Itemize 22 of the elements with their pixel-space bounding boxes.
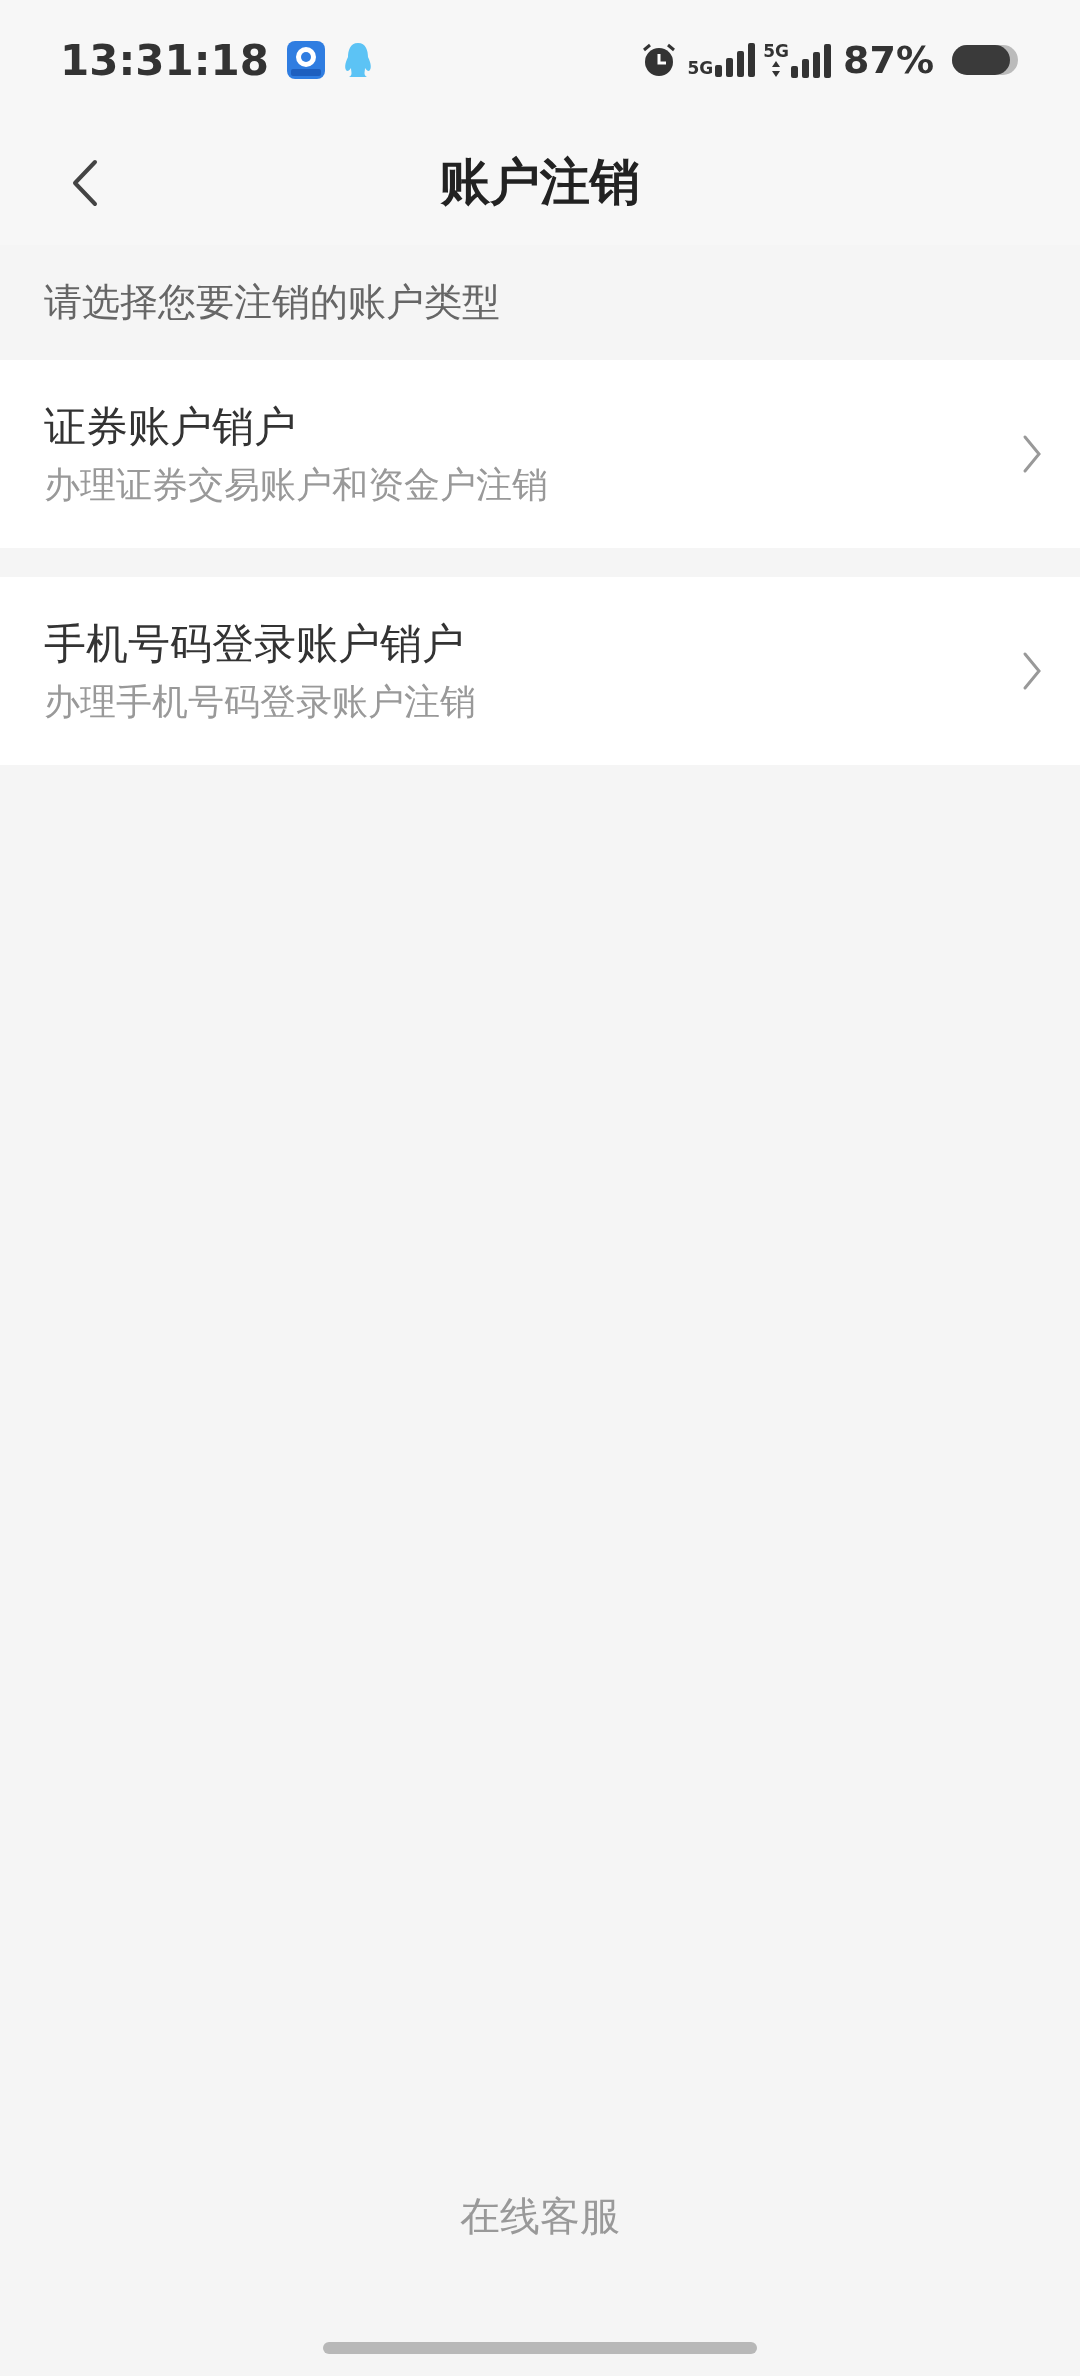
signal-icon [715, 43, 756, 77]
chevron-right-icon [1022, 651, 1042, 691]
account-type-item[interactable]: 证券账户销户 办理证券交易账户和资金户注销 [0, 360, 1080, 548]
penguin-icon [342, 41, 373, 79]
item-description: 办理手机号码登录账户注销 [44, 679, 476, 724]
data-arrows-icon [771, 59, 782, 78]
item-title: 手机号码登录账户销户 [44, 618, 465, 671]
alarm-icon [641, 42, 678, 78]
back-icon [72, 159, 98, 207]
account-type-item[interactable]: 手机号码登录账户销户 办理手机号码登录账户注销 [0, 577, 1080, 765]
page-title: 账户注销 [440, 152, 640, 213]
item-title: 证券账户销户 [44, 401, 297, 454]
network-type: 5G [763, 42, 790, 60]
app-icon [286, 41, 325, 79]
network-type: 5G [687, 60, 714, 77]
chevron-right-icon [1022, 434, 1042, 474]
status-time: 13:31:18 [60, 34, 269, 87]
battery-icon [952, 45, 1020, 75]
signal-icon [791, 43, 832, 78]
battery-percent: 87% [843, 36, 934, 84]
item-description: 办理证券交易账户和资金户注销 [44, 462, 548, 507]
section-hint: 请选择您要注销的账户类型 [44, 279, 500, 326]
